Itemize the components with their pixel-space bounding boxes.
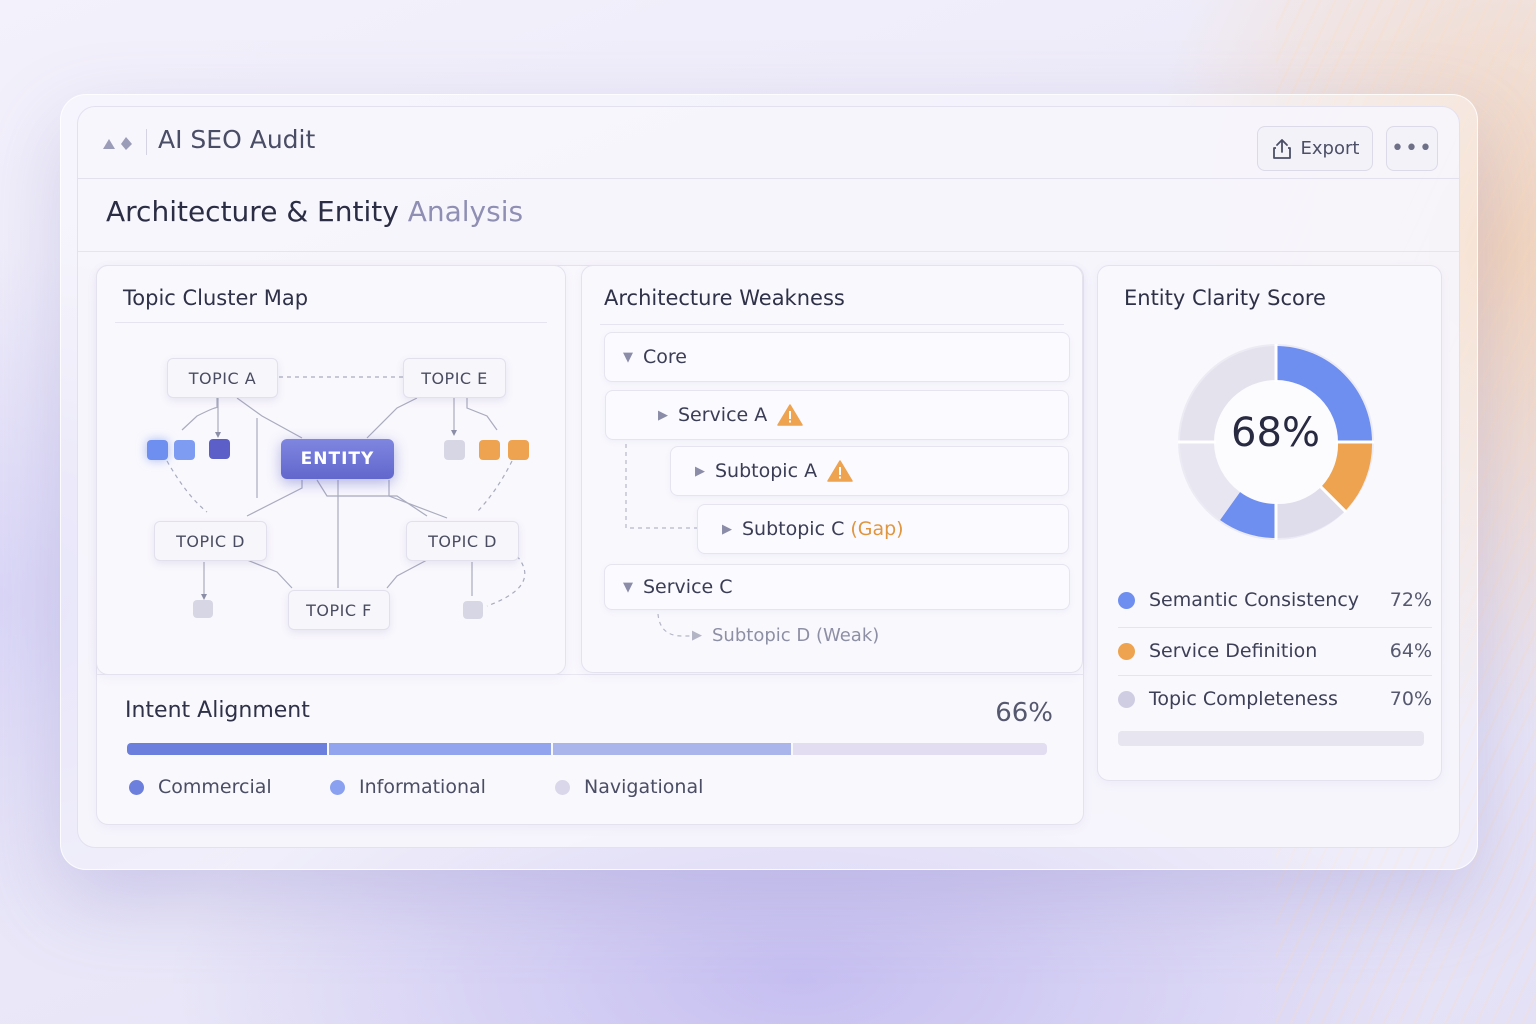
metric-semantic-consistency: Semantic Consistency 72%: [1118, 577, 1432, 623]
app-title: AI SEO Audit: [158, 125, 316, 154]
tree-item-label: Core: [643, 346, 687, 368]
export-label: Export: [1300, 138, 1360, 159]
metric-label: Service Definition: [1149, 640, 1318, 662]
navigational-dot: [555, 779, 570, 795]
intent-bar-commercial: [127, 743, 327, 755]
tree-item-core[interactable]: ▼ Core: [604, 332, 1070, 382]
intent-legend-label: Navigational: [584, 776, 704, 798]
intent-bar-informational-1: [329, 743, 551, 755]
informational-dot: [330, 779, 345, 795]
app-logo-icon: [103, 137, 132, 150]
cluster-square-blue-2: [174, 440, 195, 460]
page-title-main: Architecture & Entity: [106, 195, 399, 228]
tree-item-label: Service C: [643, 576, 733, 598]
topic-a-node[interactable]: TOPIC A: [167, 358, 278, 398]
metric-value: 70%: [1389, 688, 1432, 710]
tree-item-service-c[interactable]: ▼ Service C: [604, 564, 1070, 610]
topic-f-node[interactable]: TOPIC F: [288, 590, 390, 630]
header-divider: [78, 251, 1459, 252]
cluster-square-gray-2: [193, 600, 213, 618]
intent-bar-navigational: [793, 743, 1047, 755]
tree-item-service-a[interactable]: ▶ Service A: [605, 390, 1069, 440]
cluster-square-indigo: [209, 439, 230, 459]
tree-item-label: Service A: [678, 404, 768, 426]
caret-right-icon: ▶: [695, 463, 705, 479]
app-window: AI SEO Audit Export ••• Architecture & E…: [77, 106, 1460, 848]
commercial-dot: [129, 779, 144, 795]
metric-progress-track: [1118, 731, 1424, 746]
export-button[interactable]: Export: [1257, 126, 1373, 171]
page-title-muted: Analysis: [407, 195, 524, 228]
tree-item-label: Subtopic A: [715, 460, 818, 482]
cluster-square-blue-1: [147, 440, 168, 460]
architecture-weakness-card: Architecture Weakness ▼ Core ▶ Service A: [581, 265, 1083, 673]
metric-dot: [1118, 591, 1135, 609]
entity-clarity-title: Entity Clarity Score: [1124, 286, 1326, 310]
gap-flag: (Gap): [850, 518, 904, 540]
metric-value: 72%: [1389, 589, 1432, 611]
tree-item-label: Subtopic D (Weak): [712, 624, 880, 646]
metric-label: Semantic Consistency: [1149, 589, 1360, 611]
intent-legend-label: Informational: [359, 776, 486, 798]
tree-item-subtopic-a[interactable]: ▶ Subtopic A: [670, 446, 1069, 496]
topic-cluster-card: Topic Cluster Map TOPIC A TOPIC E ENTITY…: [96, 265, 566, 675]
cluster-square-gray-3: [463, 601, 483, 619]
more-dots-icon: •••: [1391, 136, 1433, 161]
entity-clarity-card: Entity Clarity Score 68% Semantic Consis…: [1097, 265, 1442, 781]
intent-bar-informational-2: [553, 743, 791, 755]
tree-item-subtopic-c[interactable]: ▶ Subtopic C (Gap): [697, 504, 1069, 554]
share-icon: [1272, 138, 1291, 159]
caret-right-icon: ▶: [692, 627, 702, 643]
caret-down-icon: ▼: [623, 349, 633, 365]
intent-legend-informational: Informational: [330, 776, 486, 798]
cluster-square-gray-1: [444, 440, 465, 460]
metric-service-definition: Service Definition 64%: [1118, 628, 1432, 674]
cluster-square-orange-2: [508, 440, 529, 460]
metric-topic-completeness: Topic Completeness 70%: [1118, 676, 1432, 722]
topic-e-node[interactable]: TOPIC E: [403, 358, 506, 398]
entity-clarity-score: 68%: [1231, 410, 1320, 456]
page-title: Architecture & Entity Analysis: [106, 195, 523, 228]
topic-d-left-node[interactable]: TOPIC D: [154, 521, 267, 561]
caret-right-icon: ▶: [722, 521, 732, 537]
caret-down-icon: ▼: [623, 579, 633, 595]
intent-legend-navigational: Navigational: [555, 776, 703, 798]
intent-legend-commercial: Commercial: [129, 776, 272, 798]
title-divider: [146, 129, 147, 155]
metric-dot: [1118, 690, 1135, 708]
warning-icon[interactable]: [827, 460, 853, 482]
tree-item-label: Subtopic C: [742, 518, 845, 540]
topic-d-right-node[interactable]: TOPIC D: [406, 521, 519, 561]
intent-legend-label: Commercial: [158, 776, 272, 798]
cluster-square-orange-1: [479, 440, 500, 460]
tree-item-subtopic-d[interactable]: ▶ Subtopic D (Weak): [670, 612, 1069, 658]
metric-dot: [1118, 642, 1135, 660]
entity-node[interactable]: ENTITY: [281, 439, 394, 479]
more-options-button[interactable]: •••: [1386, 126, 1438, 171]
metric-value: 64%: [1389, 640, 1432, 662]
title-bar: AI SEO Audit Export •••: [78, 107, 1459, 179]
warning-icon[interactable]: [777, 404, 804, 426]
caret-right-icon: ▶: [658, 407, 668, 423]
metric-label: Topic Completeness: [1149, 688, 1338, 710]
